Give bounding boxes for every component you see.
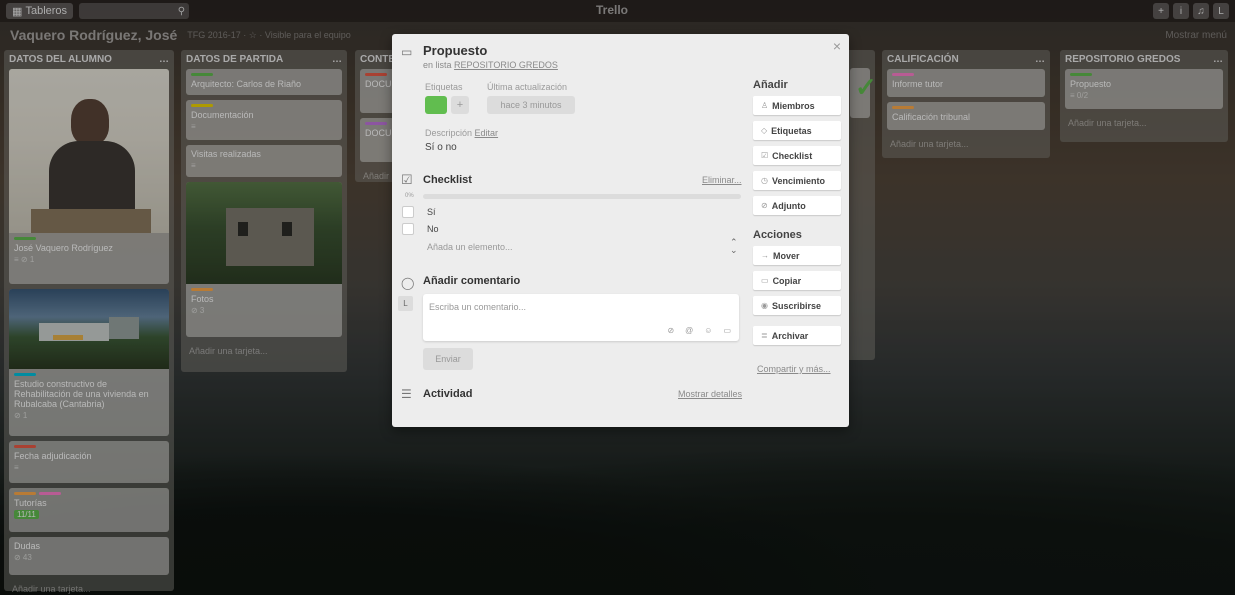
eye-icon: ◉ [761, 301, 768, 310]
attachment-button[interactable]: ⊘ Adjunto [753, 196, 841, 215]
move-button[interactable]: → Mover [753, 246, 841, 265]
add-label-button[interactable]: + [451, 96, 469, 114]
avatar[interactable]: L [398, 296, 413, 311]
button-label: Vencimiento [771, 175, 825, 186]
attachment-icon[interactable]: ⊘ [667, 326, 674, 335]
clock-icon: ◷ [761, 176, 768, 185]
button-label: Adjunto [771, 200, 806, 211]
description-heading: Descripción Editar [425, 128, 498, 138]
green-label-chip[interactable] [425, 96, 447, 114]
comment-input[interactable]: Escriba un comentario... ⊘ @ ☺ ▭ [423, 294, 739, 341]
comment-tools: ⊘ @ ☺ ▭ [667, 326, 731, 335]
send-button[interactable]: Enviar [423, 348, 473, 370]
activity-title: Actividad [423, 388, 473, 400]
comment-placeholder: Escriba un comentario... [429, 302, 527, 312]
checklist-item[interactable]: Sí [402, 206, 436, 218]
emoji-icon[interactable]: ☺ [704, 326, 712, 335]
subscribe-button[interactable]: ◉ Suscribirse [753, 296, 841, 315]
checklist-item[interactable]: No [402, 223, 439, 235]
chevron-up-down-icon[interactable]: ⌃ ⌄ [730, 238, 738, 255]
checkbox[interactable] [402, 223, 414, 235]
copy-icon: ▭ [761, 276, 769, 285]
copy-button[interactable]: ▭ Copiar [753, 271, 841, 290]
due-date-button[interactable]: ◷ Vencimiento [753, 171, 841, 190]
checklist-item-label[interactable]: Sí [427, 207, 436, 217]
button-label: Miembros [772, 100, 815, 111]
checklist-progress-label: 0% [405, 193, 414, 199]
add-comment-title: Añadir comentario [423, 275, 521, 287]
list-link[interactable]: REPOSITORIO GREDOS [454, 60, 558, 70]
person-icon: ♙ [761, 101, 769, 110]
comment-icon: ◯ [401, 276, 415, 290]
checklist-button[interactable]: ☑ Checklist [753, 146, 841, 165]
archive-button[interactable]: ≣ Archivar [753, 326, 841, 345]
show-details-link[interactable]: Mostrar detalles [678, 389, 742, 399]
description-label: Descripción [425, 128, 473, 138]
archive-icon: ≣ [761, 331, 768, 340]
checklist-icon: ☑ [761, 151, 769, 160]
mention-icon[interactable]: @ [685, 326, 693, 335]
card-link-icon[interactable]: ▭ [723, 326, 731, 335]
description-text[interactable]: Sí o no [425, 142, 457, 153]
checklist-item-label[interactable]: No [427, 224, 439, 234]
card-title[interactable]: Propuesto [423, 43, 487, 58]
button-label: Checklist [772, 150, 813, 161]
button-label: Suscribirse [771, 300, 822, 311]
checklist-progress-bar [423, 194, 741, 199]
checklist-title[interactable]: Checklist [423, 174, 472, 186]
card-icon: ▭ [401, 45, 413, 59]
last-updated-value[interactable]: hace 3 minutos [487, 96, 575, 114]
in-list-label: en lista [423, 60, 452, 70]
close-icon[interactable]: × [833, 38, 841, 54]
add-item-input[interactable]: Añada un elemento... [427, 242, 513, 252]
tag-icon: ◇ [761, 126, 768, 135]
labels-button[interactable]: ◇ Etiquetas [753, 121, 841, 140]
add-section-title: Añadir [753, 79, 788, 91]
members-button[interactable]: ♙ Miembros [753, 96, 841, 115]
button-label: Archivar [771, 330, 809, 341]
arrow-right-icon: → [761, 251, 769, 260]
card-list-info: en lista REPOSITORIO GREDOS [423, 60, 558, 70]
button-label: Copiar [772, 275, 802, 286]
checklist-icon: ☑ [401, 172, 413, 187]
paperclip-icon: ⊘ [761, 201, 768, 210]
button-label: Mover [773, 250, 800, 261]
actions-section-title: Acciones [753, 229, 802, 241]
button-label: Etiquetas [771, 125, 812, 136]
delete-checklist-link[interactable]: Eliminar... [702, 175, 742, 185]
edit-description-link[interactable]: Editar [475, 128, 499, 138]
card-detail-modal: × ▭ Propuesto en lista REPOSITORIO GREDO… [392, 34, 849, 427]
labels-heading: Etiquetas [425, 82, 463, 92]
activity-icon: ☰ [401, 387, 412, 401]
checkbox[interactable] [402, 206, 414, 218]
last-updated-heading: Última actualización [487, 82, 568, 92]
share-more-link[interactable]: Compartir y más... [757, 364, 831, 374]
